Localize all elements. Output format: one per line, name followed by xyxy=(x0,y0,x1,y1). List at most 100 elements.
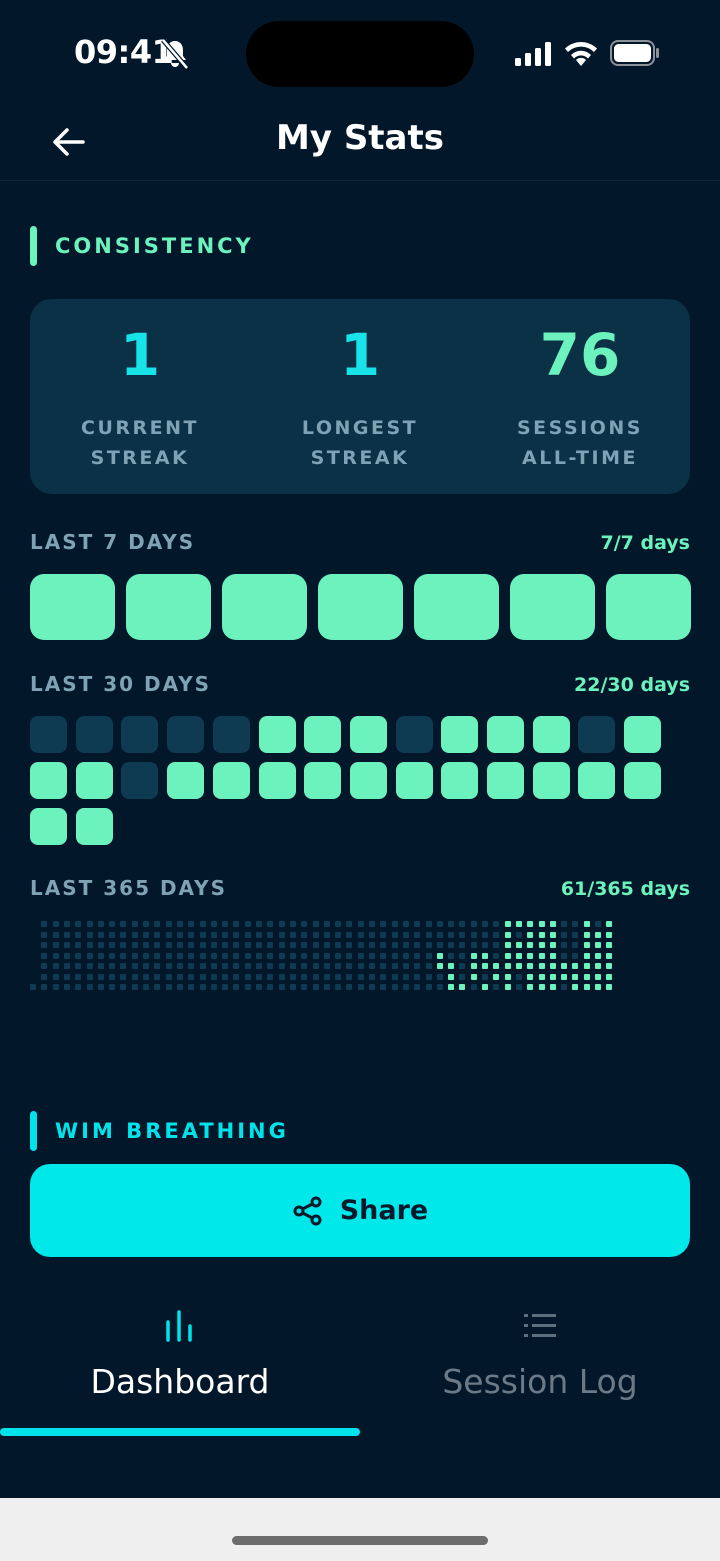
day-cell xyxy=(425,973,432,980)
day-cell xyxy=(222,931,229,938)
day-cell xyxy=(346,963,353,969)
share-button[interactable]: Share xyxy=(30,1164,690,1257)
day-cell xyxy=(527,952,534,959)
day-cell xyxy=(335,952,342,959)
day-cell xyxy=(41,963,48,969)
tab-session-log[interactable]: Session Log xyxy=(360,1300,720,1420)
day-cell xyxy=(256,984,262,990)
day-cell xyxy=(75,931,82,938)
day-cell xyxy=(131,984,138,990)
day-cell xyxy=(52,984,59,990)
day-cell xyxy=(561,952,568,959)
day-cell xyxy=(41,931,48,938)
day-cell xyxy=(414,952,421,959)
day-cell xyxy=(323,921,330,927)
day-cell xyxy=(86,984,93,990)
stats-screen: 09:41 My Stats CONSISTENCY 1 CURRENT STR… xyxy=(0,0,720,1561)
day-cell xyxy=(199,931,206,938)
day-cell xyxy=(436,984,443,990)
battery-icon xyxy=(610,40,659,66)
day-cell xyxy=(121,716,159,753)
day-cell xyxy=(391,973,398,980)
day-cell xyxy=(154,963,161,969)
day-cell xyxy=(52,921,59,927)
day-cell xyxy=(504,952,511,959)
day-cell xyxy=(380,973,387,980)
day-cell xyxy=(278,963,285,969)
day-cell xyxy=(402,973,409,980)
day-cell xyxy=(210,931,217,938)
day-cell xyxy=(357,942,364,948)
tab-dashboard[interactable]: Dashboard xyxy=(0,1300,360,1420)
day-cell xyxy=(167,716,205,753)
day-cell xyxy=(86,921,93,927)
day-cell xyxy=(267,984,274,990)
day-cell xyxy=(52,952,59,959)
day-cell xyxy=(572,942,579,948)
day-cell xyxy=(532,762,570,799)
day-cell xyxy=(448,963,455,969)
day-cell xyxy=(143,952,149,959)
section-accent-bar xyxy=(30,1111,37,1151)
day-cell xyxy=(549,931,556,938)
day-cell xyxy=(380,921,387,927)
day-cell xyxy=(222,942,229,948)
day-cell xyxy=(595,963,601,969)
bell-slash-icon xyxy=(161,38,189,70)
day-cell xyxy=(199,942,206,948)
day-cell xyxy=(606,984,613,990)
day-cell xyxy=(487,762,524,799)
day-cell xyxy=(267,942,274,948)
day-cell xyxy=(493,921,500,927)
day-cell xyxy=(312,984,319,990)
day-cell xyxy=(583,963,590,969)
day-cell xyxy=(256,921,262,927)
day-cell xyxy=(436,921,443,927)
day-cell xyxy=(335,942,342,948)
day-cell xyxy=(414,963,421,969)
day-cell xyxy=(52,973,59,980)
day-cell xyxy=(335,931,342,938)
day-cell xyxy=(109,942,116,948)
day-cell xyxy=(538,931,545,938)
day-cell xyxy=(278,952,285,959)
day-cell xyxy=(131,973,138,980)
day-cell xyxy=(549,984,556,990)
day-cell xyxy=(335,921,342,927)
day-cell xyxy=(504,931,511,938)
day-cell xyxy=(549,963,556,969)
day-cell xyxy=(256,973,262,980)
day-cell xyxy=(595,952,601,959)
day-cell xyxy=(448,984,455,990)
stat-longest-streak: 1 LONGEST STREAK xyxy=(250,299,470,494)
day-cell xyxy=(380,963,387,969)
day-cell xyxy=(448,921,455,927)
day-cell xyxy=(120,973,127,980)
day-cell xyxy=(482,952,488,959)
day-cell xyxy=(75,984,82,990)
day-cell xyxy=(395,716,433,753)
day-cell xyxy=(244,921,251,927)
stat-label: SESSIONS ALL-TIME xyxy=(480,413,680,473)
day-cell xyxy=(86,931,93,938)
day-cell xyxy=(256,952,262,959)
day-cell xyxy=(97,973,104,980)
day-cell xyxy=(459,984,466,990)
day-cell xyxy=(176,952,183,959)
day-cell xyxy=(448,973,455,980)
day-cell xyxy=(233,963,240,969)
day-cell xyxy=(165,984,172,990)
day-cell xyxy=(75,716,113,753)
day-cell xyxy=(369,952,375,959)
day-cell xyxy=(52,963,59,969)
day-cell xyxy=(527,963,534,969)
day-cell xyxy=(97,931,104,938)
day-cell xyxy=(323,984,330,990)
day-cell xyxy=(312,942,319,948)
day-cell xyxy=(212,762,250,799)
day-cell xyxy=(561,921,568,927)
day-cell xyxy=(165,963,172,969)
signal-icon xyxy=(515,42,551,66)
day-cell xyxy=(165,952,172,959)
last-30-days-label: LAST 30 DAYS xyxy=(30,672,212,696)
